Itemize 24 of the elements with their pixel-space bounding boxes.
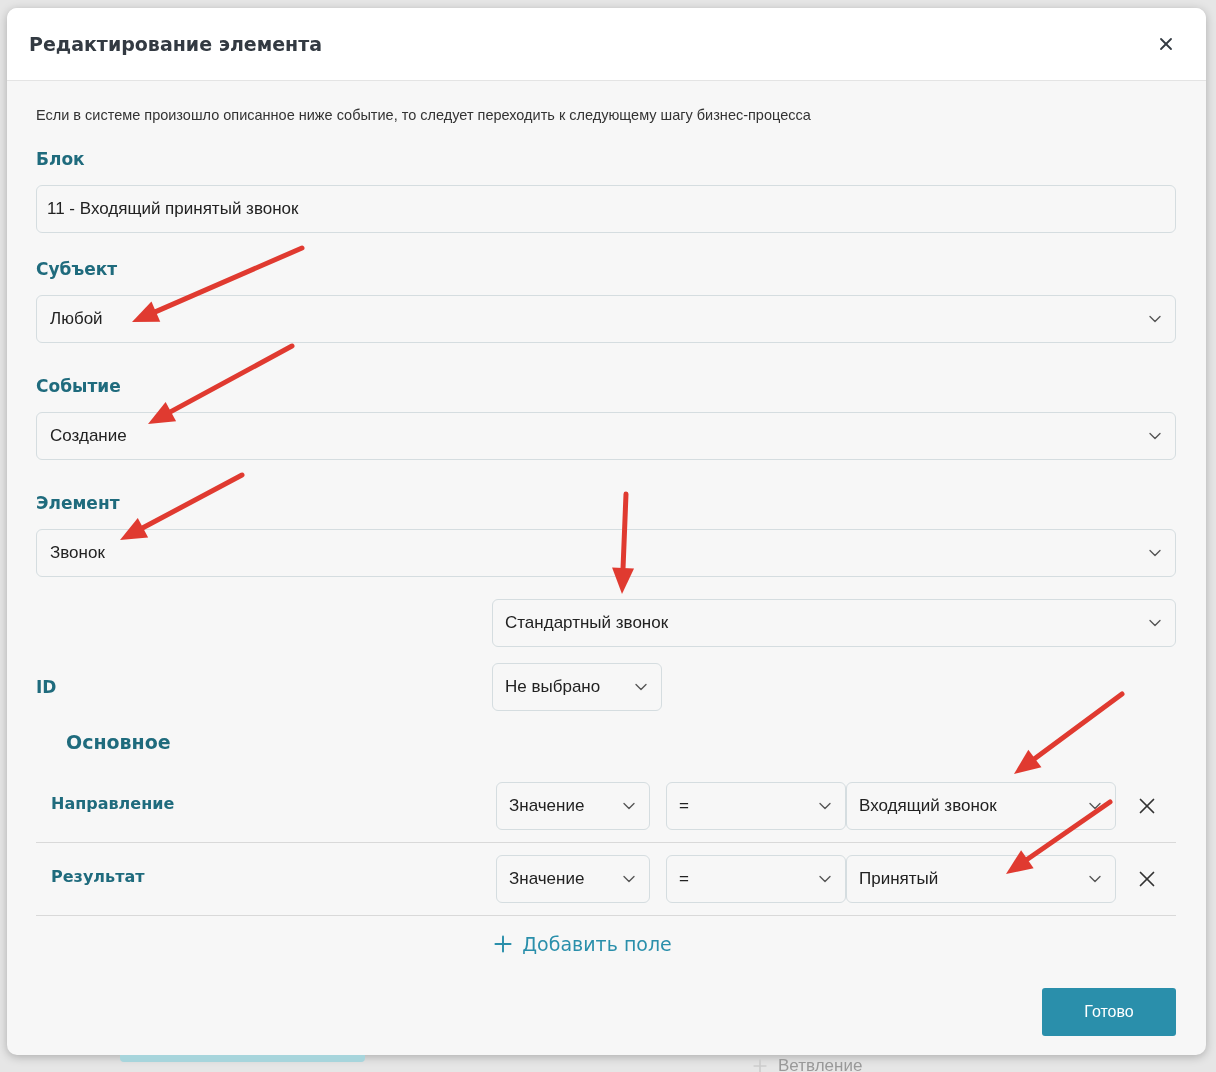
- select-field[interactable]: Значение: [496, 782, 650, 830]
- field-label: Элемент: [36, 493, 121, 513]
- dialog-title: Редактирование элемента: [29, 33, 323, 55]
- select-field[interactable]: =: [666, 855, 846, 903]
- select-field[interactable]: Любой: [36, 295, 1176, 343]
- select-field[interactable]: 11 - Входящий принятый звонок: [36, 185, 1176, 233]
- select-field[interactable]: Не выбрано: [492, 663, 662, 711]
- select-field[interactable]: =: [666, 782, 846, 830]
- intro-text: Если в системе произошло описанное ниже событие, то следует переходить к следующему шагу бизнес-процесса: [36, 107, 812, 123]
- field-label: Событие: [36, 376, 122, 396]
- select-field[interactable]: Входящий звонок: [846, 782, 1116, 830]
- field-label: ID: [36, 677, 58, 697]
- done-button[interactable]: Готово: [1042, 988, 1176, 1036]
- condition-label: Направление: [50, 793, 176, 813]
- section-heading: Основное: [66, 731, 172, 753]
- field-label: Блок: [36, 149, 86, 169]
- select-field[interactable]: Звонок: [36, 529, 1176, 577]
- select-field[interactable]: Создание: [36, 412, 1176, 460]
- select-field[interactable]: Принятый: [846, 855, 1116, 903]
- branch-label: Ветвление: [778, 1056, 863, 1072]
- select-field[interactable]: Стандартный звонок: [492, 599, 1176, 647]
- select-field[interactable]: Значение: [496, 855, 650, 903]
- condition-label: Результат: [50, 866, 146, 886]
- field-label: Субъект: [36, 259, 119, 279]
